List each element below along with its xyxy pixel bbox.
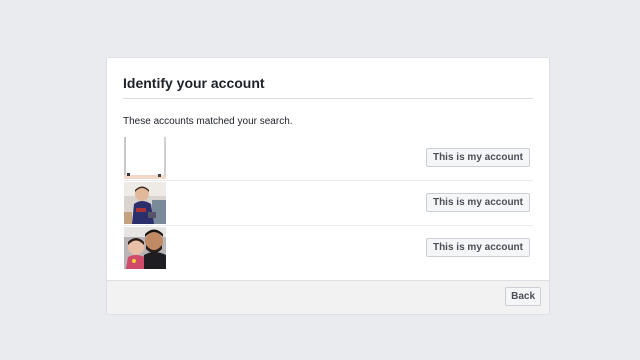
account-row: This is my account xyxy=(123,181,533,226)
profile-photo[interactable] xyxy=(124,227,166,269)
blank-profile-photo-icon xyxy=(124,137,166,179)
identify-account-dialog: Identify your account These accounts mat… xyxy=(106,57,550,315)
account-list: This is my account This is my account Th… xyxy=(123,136,533,270)
dialog-title: Identify your account xyxy=(123,75,265,91)
profile-photo[interactable] xyxy=(124,137,166,179)
dialog-footer: Back xyxy=(107,280,549,314)
back-button[interactable]: Back xyxy=(505,287,541,306)
family-selfie-photo-icon xyxy=(124,227,166,269)
account-row: This is my account xyxy=(123,226,533,270)
this-is-my-account-button[interactable]: This is my account xyxy=(425,238,530,257)
account-row: This is my account xyxy=(123,136,533,181)
results-subtitle: These accounts matched your search. xyxy=(123,116,293,127)
this-is-my-account-button[interactable]: This is my account xyxy=(425,148,530,167)
child-photo-icon xyxy=(124,182,166,224)
profile-photo[interactable] xyxy=(124,182,166,224)
dialog-header: Identify your account xyxy=(123,58,533,99)
this-is-my-account-button[interactable]: This is my account xyxy=(425,193,530,212)
